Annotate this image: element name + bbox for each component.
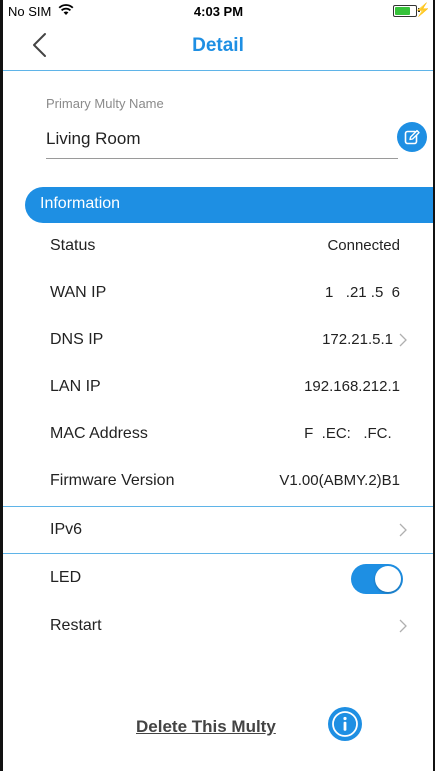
row-label: IPv6 (50, 521, 83, 538)
chevron-right-icon (399, 619, 407, 633)
name-underline (46, 158, 398, 159)
name-field[interactable]: Living Room (46, 129, 141, 149)
led-toggle[interactable] (351, 564, 403, 594)
chevron-right-icon (399, 333, 407, 347)
divider (3, 506, 433, 507)
delete-multy-link[interactable]: Delete This Multy (136, 717, 276, 737)
chevron-right-icon (399, 523, 407, 537)
name-field-label: Primary Multy Name (46, 96, 164, 111)
info-row-wan-ip: WAN IP 1 .21 .5 6 (3, 271, 433, 317)
info-icon (332, 711, 358, 737)
row-value: Connected (327, 237, 400, 254)
row-label: LAN IP (50, 378, 101, 395)
ipv6-row[interactable]: IPv6 (3, 508, 433, 554)
row-label: DNS IP (50, 331, 104, 348)
charging-bolt-icon: ⚡ (414, 2, 431, 17)
clock: 4:03 PM (193, 4, 244, 19)
divider (3, 553, 433, 554)
edit-name-button[interactable] (397, 122, 427, 152)
row-label: Firmware Version (50, 472, 175, 489)
row-value: 192.168.212.1 (304, 378, 400, 395)
row-label: MAC Address (50, 425, 148, 442)
row-label: Restart (50, 617, 102, 634)
row-label: Status (50, 237, 96, 254)
info-row-mac-address: MAC Address F .EC: .FC. (3, 412, 433, 458)
restart-row[interactable]: Restart (3, 604, 433, 650)
information-section-header: Information (25, 187, 433, 223)
info-row-firmware-version: Firmware Version V1.00(ABMY.2)B1 (3, 459, 433, 505)
led-row: LED (3, 556, 433, 602)
info-row-dns-ip[interactable]: DNS IP 172.21.5.1 (3, 318, 433, 364)
row-value: F .EC: .FC. (304, 425, 400, 442)
status-bar: No SIM 4:03 PM ⚡ (6, 0, 431, 22)
row-value: 172.21.5.1 (322, 331, 393, 348)
nav-bar: Detail (3, 22, 433, 71)
info-row-status: Status Connected (3, 224, 433, 270)
row-label: LED (50, 569, 82, 586)
edit-icon (404, 129, 420, 145)
row-value: V1.00(ABMY.2)B1 (279, 472, 400, 489)
battery-icon (393, 5, 417, 17)
row-value: 1 .21 .5 6 (324, 284, 400, 301)
info-row-lan-ip: LAN IP 192.168.212.1 (3, 365, 433, 411)
info-button[interactable] (328, 707, 362, 741)
toggle-knob (375, 566, 401, 592)
page-title: Detail (192, 35, 244, 56)
section-title: Information (40, 195, 121, 212)
row-label: WAN IP (50, 284, 107, 301)
